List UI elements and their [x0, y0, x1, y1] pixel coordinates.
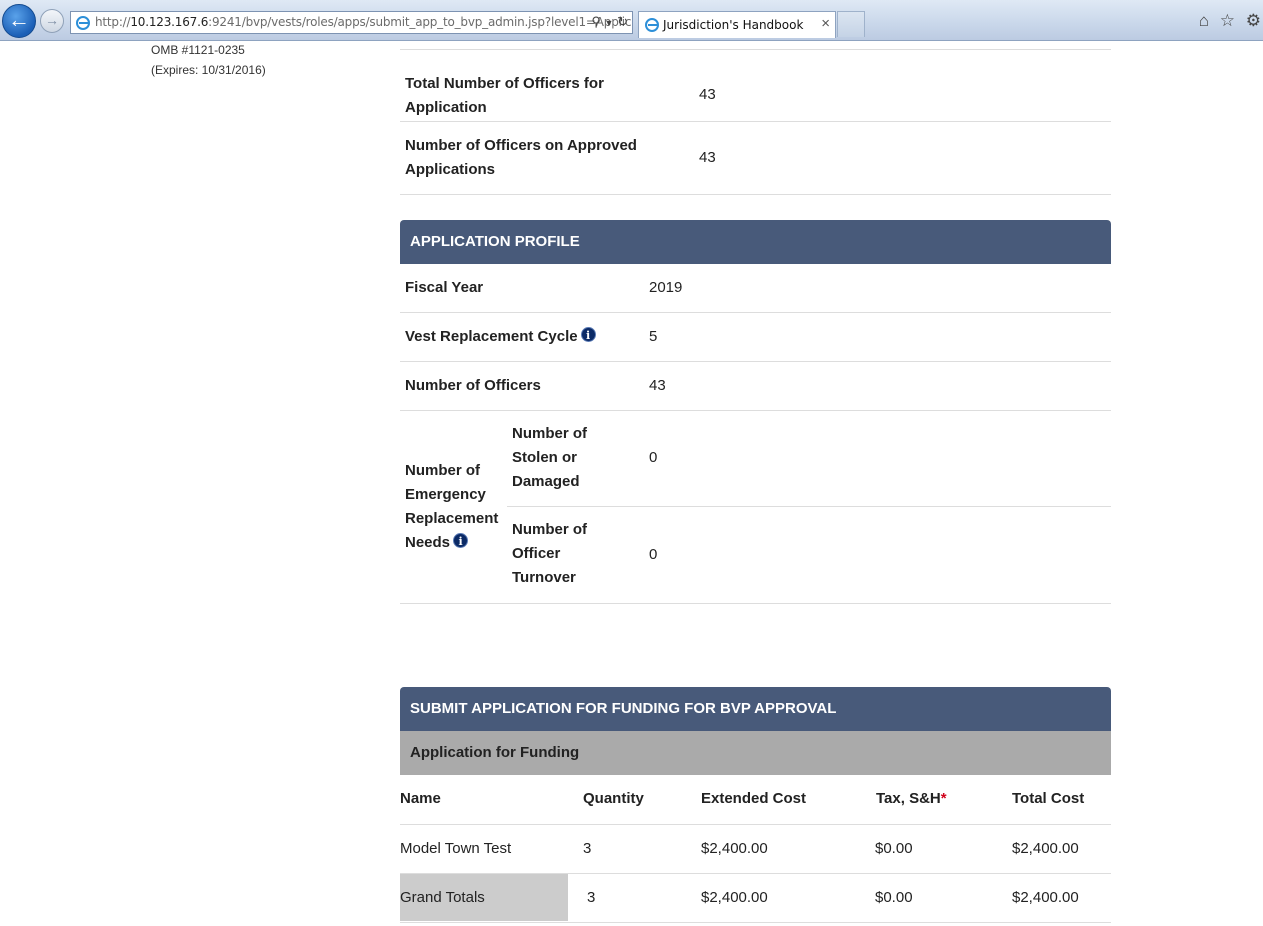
replacement-cycle-value: 5: [649, 328, 658, 345]
info-icon[interactable]: i: [453, 533, 469, 548]
omb-info: OMB #1121-0235 (Expires: 10/31/2016): [151, 40, 266, 80]
url-text[interactable]: http://10.123.167.6:9241/bvp/vests/roles…: [95, 15, 631, 29]
close-icon[interactable]: ×: [821, 15, 830, 32]
dropdown-icon[interactable]: ▼: [605, 18, 614, 28]
tab-title: Jurisdiction's Handbook: [663, 18, 804, 32]
table-row: Model Town Test 3 $2,400.00 $0.00 $2,400…: [400, 825, 1111, 874]
omb-number: OMB #1121-0235: [151, 43, 245, 57]
submit-application-header: SUBMIT APPLICATION FOR FUNDING FOR BVP A…: [400, 687, 1111, 731]
star-icon[interactable]: ☆: [1220, 11, 1235, 30]
ie-logo-icon: [76, 16, 90, 30]
browser-toolbar: ← → http://10.123.167.6:9241/bvp/vests/r…: [0, 0, 1263, 41]
info-icon[interactable]: i: [580, 327, 596, 342]
number-of-officers-row: Number of Officers 43: [400, 362, 1111, 411]
back-arrow-icon[interactable]: ←: [2, 4, 36, 38]
ie-logo-icon: [645, 18, 659, 32]
home-icon[interactable]: ⌂: [1199, 11, 1209, 30]
forward-arrow-icon[interactable]: →: [40, 9, 64, 33]
emergency-needs-group: Number of Emergency Replacement Needs i N…: [400, 411, 1111, 604]
grand-totals-label: Grand Totals: [400, 889, 485, 906]
funding-table-header: Name Quantity Extended Cost Tax, S&H* To…: [400, 775, 1111, 825]
approved-officers-row: Number of Officers on Approved Applicati…: [400, 122, 1111, 195]
officer-turnover-value: 0: [649, 546, 658, 563]
search-icon[interactable]: ⚲: [591, 14, 601, 29]
omb-expiration: (Expires: 10/31/2016): [151, 63, 266, 77]
divider: [400, 40, 1111, 50]
col-total-cost: Total Cost: [1012, 790, 1085, 807]
gear-icon[interactable]: ⚙: [1246, 11, 1261, 30]
number-of-officers-value: 43: [649, 377, 666, 394]
fiscal-year-row: Fiscal Year 2019: [400, 264, 1111, 313]
application-for-funding-subheader: Application for Funding: [400, 731, 1111, 775]
replacement-cycle-row: Vest Replacement Cycle i 5: [400, 313, 1111, 362]
emergency-needs-label: Number of Emergency Replacement Needs i: [405, 462, 499, 551]
total-officers-value: 43: [699, 86, 716, 103]
col-tax-sh: Tax, S&H*: [876, 790, 947, 807]
col-name: Name: [400, 790, 441, 807]
address-bar[interactable]: http://10.123.167.6:9241/bvp/vests/roles…: [70, 11, 633, 34]
grand-totals-row: Grand Totals 3 $2,400.00 $0.00 $2,400.00: [400, 874, 1111, 923]
officer-turnover-row: Number of Officer Turnover 0: [512, 521, 658, 586]
stolen-damaged-value: 0: [649, 449, 658, 466]
refresh-icon[interactable]: ↻: [617, 14, 628, 29]
col-extended-cost: Extended Cost: [701, 790, 807, 807]
fiscal-year-value: 2019: [649, 279, 683, 296]
total-officers-row: Total Number of Officers for Application…: [400, 50, 1111, 122]
col-quantity: Quantity: [583, 790, 644, 807]
stolen-damaged-row: Number of Stolen or Damaged 0: [507, 411, 1111, 507]
tab-jurisdictions-handbook[interactable]: Jurisdiction's Handbook ×: [638, 11, 836, 38]
approved-officers-value: 43: [699, 149, 716, 166]
main-content: Total Number of Officers for Application…: [400, 40, 1111, 923]
application-profile-header: APPLICATION PROFILE: [400, 220, 1111, 264]
new-tab-button[interactable]: [837, 11, 865, 37]
